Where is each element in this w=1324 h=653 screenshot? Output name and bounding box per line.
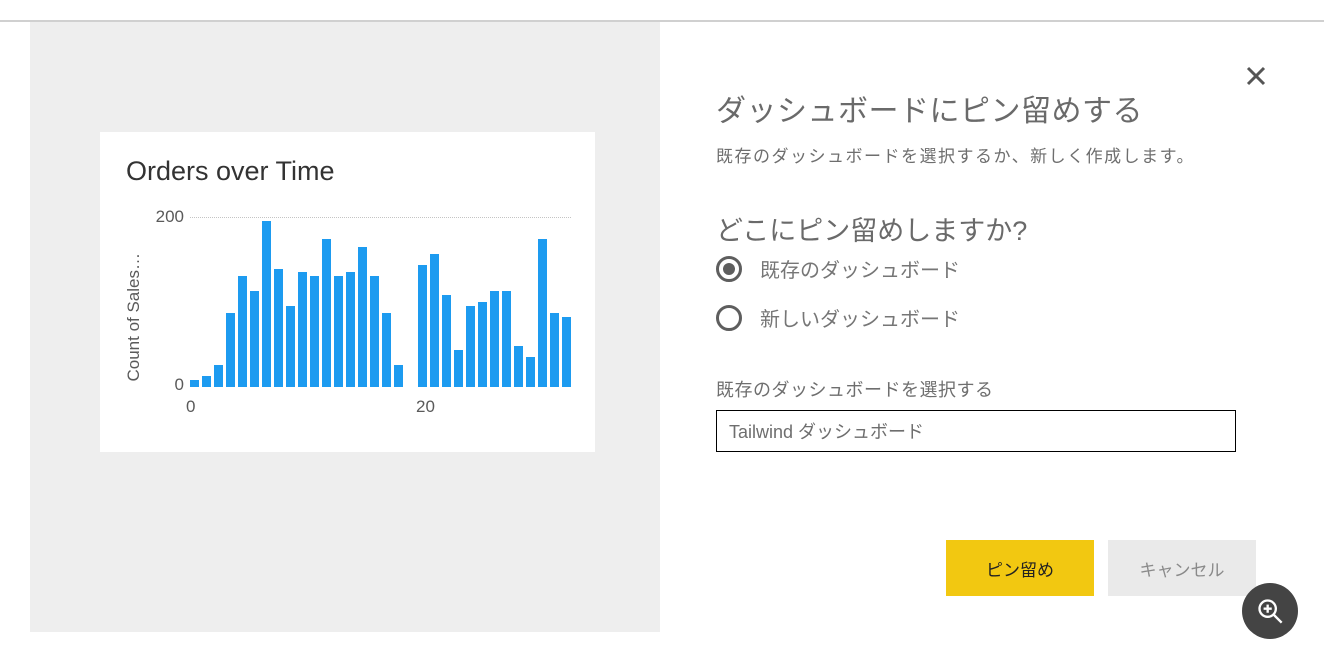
chart-bar bbox=[538, 239, 547, 387]
chart-bar bbox=[250, 291, 259, 387]
chart-bar bbox=[358, 247, 367, 387]
radio-existing-label: 既存のダッシュボード bbox=[760, 254, 960, 283]
dashboard-select-value: Tailwind ダッシュボード bbox=[729, 418, 924, 444]
form-pane: ダッシュボードにピン留めする 既存のダッシュボードを選択するか、新しく作成します… bbox=[660, 22, 1298, 632]
chart-bar bbox=[430, 254, 439, 387]
pin-to-dashboard-dialog: Orders over Time Count of Sales… 200 0 0… bbox=[30, 22, 1298, 632]
chart-bar bbox=[394, 365, 403, 387]
chart-bar bbox=[286, 306, 295, 387]
chart-bar bbox=[370, 276, 379, 387]
pin-button[interactable]: ピン留め bbox=[946, 540, 1094, 596]
close-button[interactable] bbox=[1238, 58, 1274, 94]
chart-bar bbox=[418, 265, 427, 387]
chart-bar bbox=[238, 276, 247, 387]
chart-bar bbox=[562, 317, 571, 387]
chart-bar bbox=[322, 239, 331, 387]
dashboard-select[interactable]: Tailwind ダッシュボード bbox=[716, 410, 1236, 452]
chart-bar bbox=[454, 350, 463, 387]
chart-bar bbox=[478, 302, 487, 387]
preview-pane: Orders over Time Count of Sales… 200 0 0… bbox=[30, 22, 660, 632]
gridline bbox=[190, 217, 571, 218]
radio-new-dashboard[interactable]: 新しいダッシュボード bbox=[716, 303, 1242, 332]
chart-bar bbox=[526, 357, 535, 387]
radio-existing-dashboard[interactable]: 既存のダッシュボード bbox=[716, 254, 1242, 283]
chart-bar bbox=[442, 295, 451, 387]
chart-bar bbox=[502, 291, 511, 387]
close-icon bbox=[1244, 64, 1268, 88]
dialog-subtitle: 既存のダッシュボードを選択するか、新しく作成します。 bbox=[716, 142, 1242, 167]
y-axis-ticks: 200 0 bbox=[144, 217, 190, 417]
x-tick-right: 20 bbox=[416, 397, 435, 417]
radio-dot-icon bbox=[723, 263, 735, 275]
cancel-button[interactable]: キャンセル bbox=[1108, 540, 1256, 596]
chart-bar bbox=[274, 269, 283, 387]
chart-bar bbox=[382, 313, 391, 387]
chart-bar bbox=[262, 221, 271, 387]
radio-icon bbox=[716, 305, 742, 331]
radio-new-label: 新しいダッシュボード bbox=[760, 303, 960, 332]
chart-bar bbox=[202, 376, 211, 387]
dialog-title: ダッシュボードにピン留めする bbox=[716, 86, 1242, 130]
chart-bar bbox=[334, 276, 343, 387]
chart-bar bbox=[214, 365, 223, 387]
dialog-actions: ピン留め キャンセル bbox=[946, 540, 1256, 596]
chart-bar bbox=[346, 272, 355, 387]
y-axis-label: Count of Sales… bbox=[124, 253, 144, 382]
chart-bar bbox=[490, 291, 499, 387]
radio-icon bbox=[716, 256, 742, 282]
tile-title: Orders over Time bbox=[126, 156, 571, 187]
select-dashboard-label: 既存のダッシュボードを選択する bbox=[716, 376, 1242, 402]
chart-bar bbox=[226, 313, 235, 387]
y-tick-bottom: 0 bbox=[175, 375, 184, 395]
y-tick-top: 200 bbox=[156, 207, 184, 227]
chart-bar bbox=[310, 276, 319, 387]
zoom-button[interactable] bbox=[1242, 583, 1298, 639]
x-tick-left: 0 bbox=[186, 397, 195, 417]
chart-plot: 0 20 bbox=[190, 217, 571, 417]
zoom-in-icon bbox=[1256, 597, 1284, 625]
chart-bar bbox=[514, 346, 523, 387]
chart-bar bbox=[190, 380, 199, 387]
chart-bar bbox=[466, 306, 475, 387]
preview-tile: Orders over Time Count of Sales… 200 0 0… bbox=[100, 132, 595, 452]
chart-area: Count of Sales… 200 0 0 20 bbox=[124, 217, 571, 417]
chart-bar bbox=[298, 272, 307, 387]
chart-bar bbox=[550, 313, 559, 387]
where-to-pin-heading: どこにピン留めしますか? bbox=[716, 209, 1242, 248]
